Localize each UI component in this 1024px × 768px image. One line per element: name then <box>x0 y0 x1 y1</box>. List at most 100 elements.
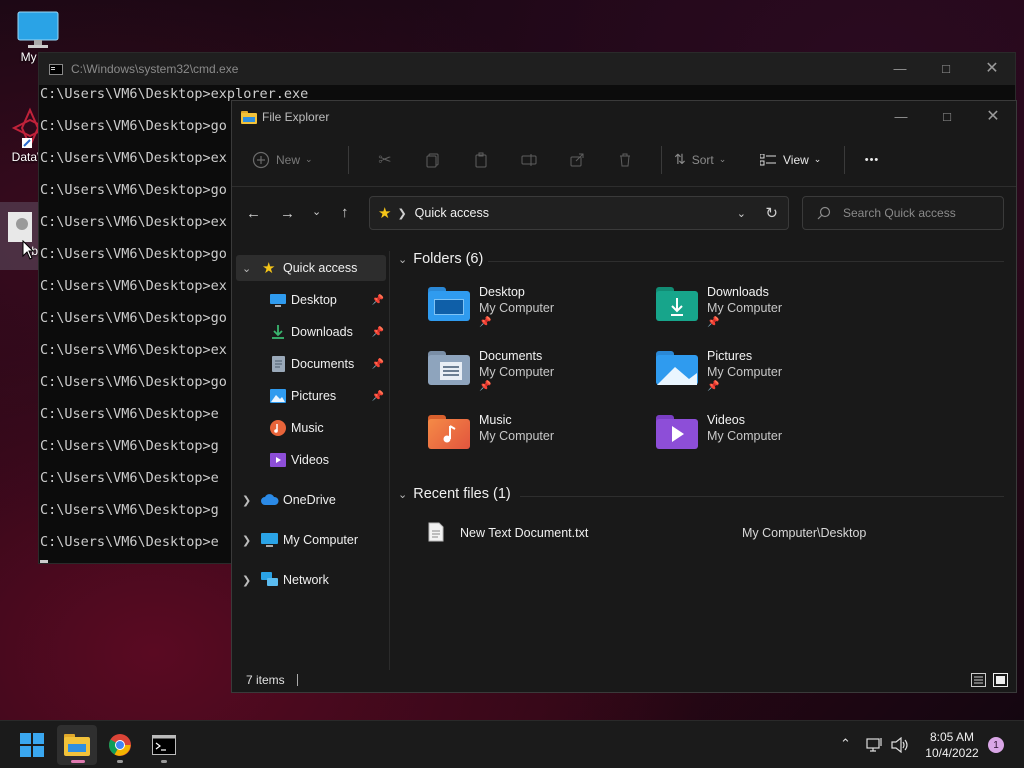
up-button[interactable]: ↑ <box>341 204 349 221</box>
running-indicator <box>117 760 123 763</box>
maximize-button[interactable]: □ <box>923 53 969 83</box>
arrow-left-icon: ← <box>246 205 261 222</box>
network-status-icon[interactable] <box>866 737 884 753</box>
nav-pictures[interactable]: Pictures 📌 <box>232 383 388 409</box>
nav-downloads[interactable]: Downloads 📌 <box>232 319 388 345</box>
trash-icon <box>620 153 630 166</box>
taskbar-cmd[interactable] <box>144 725 184 765</box>
pin-icon: 📌 <box>371 294 384 306</box>
nav-my-computer[interactable]: ❯ My Computer <box>232 527 388 553</box>
nav-network[interactable]: ❯ Network <box>232 567 388 593</box>
address-bar[interactable]: ★ ❯ Quick access ⌄ ↻ <box>369 196 789 230</box>
forward-button[interactable]: → <box>280 205 295 222</box>
folder-tile-videos[interactable]: Videos My Computer <box>656 413 876 469</box>
folder-location: My Computer <box>707 429 783 443</box>
folder-name: Desktop <box>479 285 525 299</box>
status-bar: 7 items <box>232 668 1016 692</box>
downloads-folder-icon <box>656 287 698 321</box>
folder-name: Videos <box>707 413 745 427</box>
close-button[interactable]: ✕ <box>970 101 1016 131</box>
paste-button[interactable] <box>457 152 505 168</box>
videos-icon <box>270 453 286 467</box>
copy-button[interactable] <box>409 152 457 168</box>
clock[interactable]: 8:05 AM 10/4/2022 <box>916 729 988 761</box>
view-button[interactable]: View ⌄ <box>760 144 842 176</box>
recent-file-name: New Text Document.txt <box>460 526 589 540</box>
large-icons-view-button[interactable] <box>993 673 1008 690</box>
chevron-right-icon: ❯ <box>242 534 252 547</box>
sort-label: Sort <box>691 152 714 167</box>
nav-music[interactable]: Music <box>232 415 388 441</box>
refresh-button[interactable]: ↻ <box>765 204 778 222</box>
folder-location: My Computer <box>707 301 783 315</box>
command-bar: New ⌄ ✂ ⇅ Sort ⌄ View ⌄ ••• <box>232 133 1016 187</box>
notification-badge[interactable]: 1 <box>988 737 1004 753</box>
music-folder-icon <box>428 415 470 449</box>
nav-quick-access[interactable]: ⌄ ★ Quick access <box>236 255 386 281</box>
minimize-button[interactable]: — <box>878 101 924 131</box>
cmd-icon <box>49 63 63 75</box>
recent-header-label: Recent files (1) <box>413 486 511 502</box>
chevron-right-icon: ❯ <box>242 574 252 587</box>
star-icon: ★ <box>262 260 276 277</box>
terminal-icon <box>152 735 176 755</box>
chevron-down-icon: ⌄ <box>305 154 313 164</box>
nav-label: My Computer <box>283 533 359 547</box>
rename-icon <box>521 153 537 166</box>
show-hidden-icons-button[interactable]: ⌃ <box>840 736 851 752</box>
paste-icon <box>475 152 487 167</box>
more-options-button[interactable]: ••• <box>857 144 887 176</box>
folder-location: My Computer <box>479 365 555 379</box>
mouse-cursor-icon <box>22 240 34 260</box>
share-button[interactable] <box>553 152 601 168</box>
nav-label: Documents <box>291 357 355 371</box>
cut-button[interactable]: ✂ <box>361 150 409 170</box>
folder-name: Music <box>479 413 512 427</box>
running-indicator <box>161 760 167 763</box>
start-button[interactable] <box>12 725 52 765</box>
new-button[interactable]: New ⌄ <box>252 144 336 176</box>
view-list-icon <box>760 153 776 165</box>
file-explorer-window[interactable]: File Explorer — □ ✕ New ⌄ ✂ ⇅ Sort ⌄ Vie… <box>231 100 1017 693</box>
cmd-titlebar[interactable]: C:\Windows\system32\cmd.exe <box>39 53 1015 85</box>
recent-files-section-header[interactable]: ⌄ Recent files (1) <box>398 486 511 502</box>
chevron-down-icon: ⌄ <box>398 253 408 266</box>
maximize-button[interactable]: □ <box>924 101 970 131</box>
nav-desktop[interactable]: Desktop 📌 <box>232 287 388 313</box>
details-view-button[interactable] <box>971 673 986 690</box>
folder-tile-music[interactable]: Music My Computer <box>428 413 648 469</box>
minimize-button[interactable]: — <box>877 53 923 83</box>
rename-button[interactable] <box>505 152 553 168</box>
taskbar-file-explorer[interactable] <box>57 725 97 765</box>
breadcrumb-location[interactable]: Quick access <box>415 206 489 220</box>
nav-videos[interactable]: Videos <box>232 447 388 473</box>
windows-logo-icon <box>20 733 44 757</box>
documents-icon <box>272 356 285 372</box>
folder-tile-desktop[interactable]: Desktop My Computer 📌 <box>428 285 648 341</box>
sort-button[interactable]: ⇅ Sort ⌄ <box>674 144 754 176</box>
back-button[interactable]: ← <box>246 205 261 222</box>
pictures-icon <box>270 389 286 403</box>
nav-documents[interactable]: Documents 📌 <box>232 351 388 377</box>
folders-section-header[interactable]: ⌄ Folders (6) <box>398 251 483 267</box>
desktop-icon-file[interactable]: b <box>0 202 40 270</box>
folder-tile-documents[interactable]: Documents My Computer 📌 <box>428 349 648 405</box>
chevron-down-icon: ⌄ <box>718 154 727 164</box>
plus-circle-icon <box>252 151 270 168</box>
close-button[interactable]: ✕ <box>969 53 1015 83</box>
clock-time: 8:05 AM <box>929 730 975 744</box>
volume-icon[interactable] <box>891 737 909 753</box>
address-dropdown-button[interactable]: ⌄ <box>737 207 746 220</box>
search-box[interactable]: Search Quick access <box>802 196 1004 230</box>
delete-button[interactable] <box>601 152 649 168</box>
section-divider <box>520 496 1004 497</box>
nav-onedrive[interactable]: ❯ OneDrive <box>232 487 388 513</box>
cmd-cursor <box>40 560 48 563</box>
taskbar-chrome[interactable] <box>100 725 140 765</box>
recent-file-row[interactable]: New Text Document.txt My Computer\Deskto… <box>420 520 1000 546</box>
music-icon <box>270 420 286 436</box>
folder-tile-pictures[interactable]: Pictures My Computer 📌 <box>656 349 876 405</box>
file-explorer-icon <box>241 110 257 124</box>
folder-tile-downloads[interactable]: Downloads My Computer 📌 <box>656 285 876 341</box>
recent-locations-button[interactable]: ⌄ <box>312 205 321 218</box>
